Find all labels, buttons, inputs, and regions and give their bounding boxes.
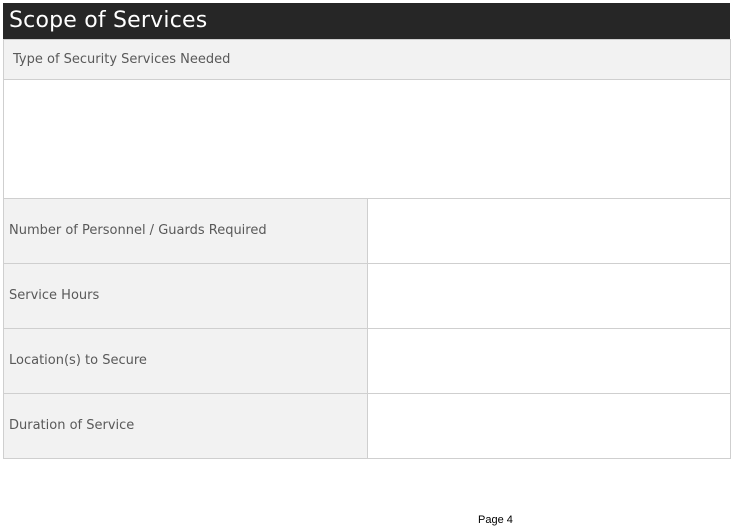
title-bar: Scope of Services [3,3,730,39]
security-services-field[interactable] [3,79,731,199]
personnel-field[interactable] [366,198,731,264]
section-body-row [3,79,731,199]
document-page: Scope of Services Type of Security Servi… [0,0,734,529]
form-row-service-hours: Service Hours [3,263,731,329]
service-hours-field[interactable] [366,263,731,329]
form-row-duration: Duration of Service [3,393,731,459]
form-row-locations: Location(s) to Secure [3,328,731,394]
service-hours-label: Service Hours [3,263,368,329]
personnel-label: Number of Personnel / Guards Required [3,198,368,264]
page-title: Scope of Services [9,8,208,33]
locations-label: Location(s) to Secure [3,328,368,394]
page-number: Page 4 [478,514,513,526]
locations-field[interactable] [366,328,731,394]
section-label: Type of Security Services Needed [3,39,731,80]
section-header-row: Type of Security Services Needed [3,39,731,80]
duration-label: Duration of Service [3,393,368,459]
form-row-personnel: Number of Personnel / Guards Required [3,198,731,264]
duration-field[interactable] [366,393,731,459]
scope-form-table: Type of Security Services Needed Number … [3,39,731,459]
